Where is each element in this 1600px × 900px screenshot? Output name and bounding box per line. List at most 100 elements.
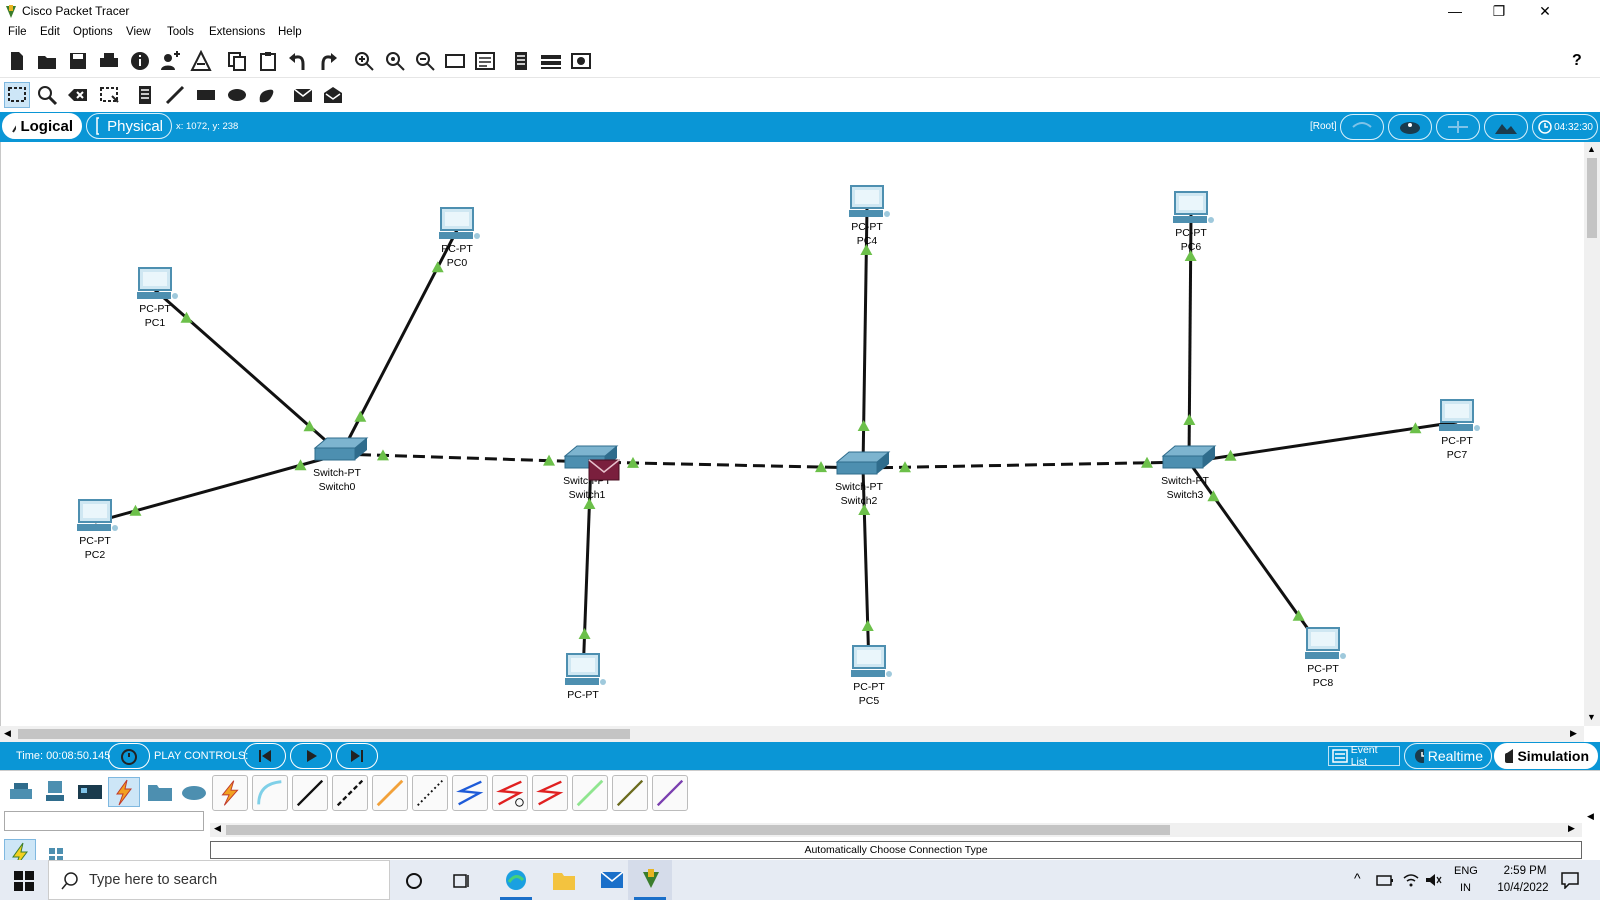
scroll-down-icon[interactable]: ▼ — [1587, 712, 1596, 722]
zoom-in-icon[interactable] — [351, 48, 377, 74]
taskbar-time[interactable]: 2:59 PM — [1494, 865, 1556, 877]
multiuser-cloud-icon[interactable] — [180, 779, 208, 805]
realtime-mode-button[interactable]: Realtime — [1404, 743, 1492, 769]
add-simple-pdu-icon[interactable] — [290, 82, 316, 108]
device-sw0[interactable]: Switch-PT Switch0 — [313, 437, 369, 493]
notes-icon[interactable] — [508, 48, 534, 74]
print-icon[interactable] — [96, 48, 122, 74]
copy-icon[interactable] — [224, 48, 250, 74]
device-pc8[interactable]: PC-PT PC8 — [1305, 627, 1346, 689]
custom-device-icon[interactable] — [472, 48, 498, 74]
tray-expand-icon[interactable]: ^ — [1354, 870, 1361, 886]
taskbar-search-box[interactable]: Type here to search — [48, 860, 390, 900]
freeform-icon[interactable] — [254, 82, 280, 108]
zoom-out-icon[interactable] — [412, 48, 438, 74]
device-pc1[interactable]: PC-PT PC1 — [137, 267, 178, 329]
horizontal-scroll-thumb[interactable] — [18, 729, 630, 739]
draw-line-icon[interactable] — [162, 82, 188, 108]
undo-icon[interactable] — [285, 48, 311, 74]
input-language[interactable]: ENG — [1454, 865, 1478, 877]
simulation-mode-button[interactable]: Simulation — [1494, 743, 1598, 769]
reset-time-button[interactable] — [108, 743, 150, 769]
cable-console[interactable] — [252, 775, 288, 811]
menu-extensions[interactable]: Extensions — [209, 26, 265, 38]
link-sw1-sw2[interactable] — [590, 456, 864, 473]
menu-tools[interactable]: Tools — [167, 26, 194, 38]
device-pc0[interactable]: PC-PT PC0 — [439, 207, 480, 269]
cable-coaxial[interactable] — [452, 775, 488, 811]
cable-automatic[interactable] — [212, 775, 248, 811]
link-pc0-sw0[interactable] — [339, 229, 459, 455]
link-pc2-sw0[interactable] — [94, 452, 342, 524]
viewport-clock[interactable]: 04:32:30 — [1532, 114, 1598, 140]
select-icon[interactable] — [4, 82, 30, 108]
taskbar-packet-tracer[interactable] — [628, 860, 672, 900]
menu-edit[interactable]: Edit — [40, 26, 60, 38]
resize-shape-icon[interactable] — [96, 82, 122, 108]
cable-usb[interactable] — [652, 775, 688, 811]
cable-octal[interactable] — [572, 775, 608, 811]
activity-wizard-icon[interactable] — [188, 48, 214, 74]
pdu-list-icon[interactable] — [538, 48, 564, 74]
workspace-vertical-scrollbar[interactable]: ▲ ▼ — [1584, 142, 1600, 726]
open-folder-icon[interactable] — [34, 48, 60, 74]
connections-category[interactable] — [108, 777, 140, 807]
misc-folder-icon[interactable] — [146, 779, 174, 805]
device-sw3[interactable]: Switch-PT Switch3 — [1161, 445, 1217, 501]
logical-workspace[interactable]: PC-PT PC0 PC-PT PC1 PC-PT PC2 PC-PT PC-PT PC4 PC-… — [0, 142, 1584, 726]
battery-icon[interactable] — [1376, 872, 1394, 888]
scroll-right-icon[interactable]: ▶ — [1570, 728, 1577, 739]
cable-scroll-left-icon[interactable]: ◀ — [214, 823, 221, 834]
link-sw3-pc7[interactable] — [1188, 420, 1458, 464]
menu-help[interactable]: Help — [278, 26, 302, 38]
file-explorer-icon[interactable] — [552, 869, 576, 891]
pdu-envelope-icon[interactable] — [588, 459, 620, 481]
screenshot-icon[interactable] — [568, 48, 594, 74]
set-background-button[interactable] — [1484, 114, 1528, 140]
inspect-icon[interactable] — [34, 82, 60, 108]
network-devices-icon[interactable] — [8, 779, 36, 805]
cable-list-scrollbar[interactable]: ◀ ▶ — [210, 823, 1582, 837]
scroll-left-icon[interactable]: ◀ — [4, 728, 11, 739]
tab-logical[interactable]: Logical — [2, 113, 82, 139]
workspace-horizontal-scrollbar[interactable]: ◀ ▶ — [0, 726, 1584, 742]
cable-crossover[interactable] — [332, 775, 368, 811]
draw-ellipse-icon[interactable] — [224, 82, 250, 108]
paste-icon[interactable] — [255, 48, 281, 74]
scroll-up-icon[interactable]: ▲ — [1587, 144, 1596, 154]
cable-scroll-right-icon[interactable]: ▶ — [1568, 823, 1575, 834]
volume-muted-icon[interactable] — [1424, 872, 1442, 888]
cable-serial-dte[interactable] — [532, 775, 568, 811]
device-pc7[interactable]: PC-PT PC7 — [1439, 399, 1480, 461]
menu-file[interactable]: File — [8, 26, 27, 38]
device-pc2[interactable]: PC-PT PC2 — [77, 499, 118, 561]
device-type-field[interactable] — [4, 811, 204, 831]
device-pc3[interactable]: PC-PT — [565, 653, 606, 701]
minimize-button[interactable]: — — [1432, 0, 1478, 24]
device-pc5[interactable]: PC-PT PC5 — [851, 645, 892, 707]
menu-view[interactable]: View — [126, 26, 151, 38]
task-view-icon[interactable] — [452, 871, 472, 891]
notifications-icon[interactable] — [1560, 871, 1580, 889]
navigate-back-button[interactable] — [1340, 114, 1384, 140]
step-back-button[interactable] — [244, 743, 286, 769]
cortana-icon[interactable] — [404, 871, 424, 891]
info-icon[interactable] — [127, 48, 153, 74]
panel-collapse-icon[interactable]: ◀ — [1587, 811, 1594, 822]
end-devices-icon[interactable] — [42, 779, 70, 805]
draw-rectangle-icon[interactable] — [193, 82, 219, 108]
zoom-reset-icon[interactable] — [382, 48, 408, 74]
cable-fiber[interactable] — [372, 775, 408, 811]
input-region[interactable]: IN — [1460, 882, 1471, 894]
event-list-button[interactable]: Event List — [1328, 744, 1400, 768]
close-button[interactable]: ✕ — [1522, 0, 1568, 24]
drawing-palette-icon[interactable] — [442, 48, 468, 74]
link-pc4-sw2[interactable] — [857, 207, 873, 469]
wifi-icon[interactable] — [1402, 872, 1420, 888]
device-pc4[interactable]: PC-PT PC4 — [849, 185, 890, 247]
mail-icon[interactable] — [600, 869, 624, 891]
root-label[interactable]: [Root] — [1310, 121, 1337, 132]
taskbar-edge[interactable] — [494, 860, 538, 900]
new-file-icon[interactable] — [4, 48, 30, 74]
help-button[interactable]: ? — [1572, 52, 1582, 70]
